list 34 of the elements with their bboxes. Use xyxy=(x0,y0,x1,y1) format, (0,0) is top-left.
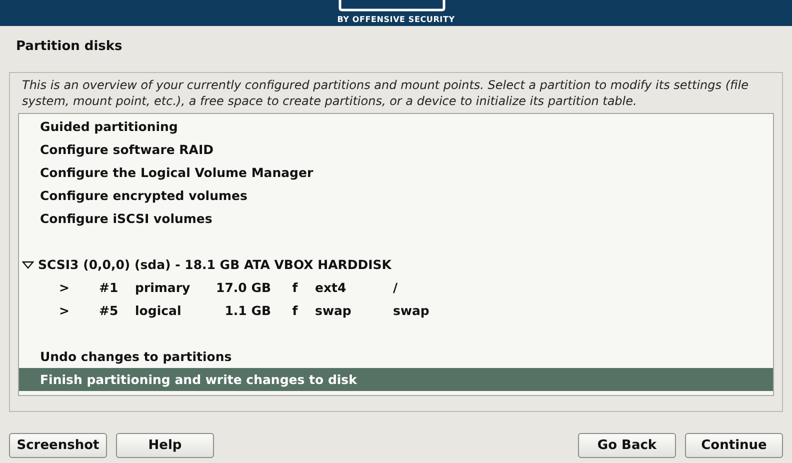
disk-row[interactable]: SCSI3 (0,0,0) (sda) - 18.1 GB ATA VBOX HARDDISK xyxy=(19,253,773,276)
menu-item[interactable]: Guided partitioning xyxy=(19,115,773,138)
partition-size: 17.0 GB xyxy=(215,280,272,295)
format-flag-label: f xyxy=(291,280,299,295)
format-flag-label: f xyxy=(291,303,299,318)
banner-tagline: BY OFFENSIVE SECURITY xyxy=(337,15,455,26)
action-button[interactable]: Help xyxy=(116,433,214,458)
partition-row[interactable]: > #5 logical 1.1 GB f swap swap xyxy=(19,299,773,322)
mount-point: swap xyxy=(393,303,430,318)
page-title: Partition disks xyxy=(15,38,124,56)
menu-item[interactable]: Finish partitioning and write changes to disk xyxy=(19,368,773,391)
mount-point: / xyxy=(393,280,399,295)
expand-triangle-icon[interactable] xyxy=(22,260,34,270)
description-text: This is an overview of your currently configured partitions and mount points. Select a partition to modify its settings (file system, mount point, etc.), a free space to create partitions, or a device to initialize its partition table. xyxy=(22,77,750,109)
menu-item[interactable]: Undo changes to partitions xyxy=(19,345,773,368)
partition-type: primary xyxy=(135,280,192,295)
disk-label: SCSI3 (0,0,0) (sda) - 18.1 GB ATA VBOX HARDDISK xyxy=(38,257,392,272)
menu-item[interactable]: Configure iSCSI volumes xyxy=(19,207,773,230)
nav-button[interactable]: Go Back xyxy=(578,433,676,458)
nav-button[interactable]: Continue xyxy=(685,433,783,458)
logo-frame-icon xyxy=(338,0,446,12)
partition-size: 1.1 GB xyxy=(224,303,272,318)
expand-marker: > xyxy=(59,303,70,318)
filesystem: swap xyxy=(315,303,352,318)
filesystem: ext4 xyxy=(315,280,348,295)
menu-item[interactable]: Configure encrypted volumes xyxy=(19,184,773,207)
partition-row[interactable]: > #1 primary 17.0 GB f ext4 / xyxy=(19,276,773,299)
partition-type: logical xyxy=(135,303,182,318)
action-button[interactable]: Screenshot xyxy=(9,433,107,458)
partition-number: #5 xyxy=(99,303,120,318)
menu-item[interactable]: Configure the Logical Volume Manager xyxy=(19,161,773,184)
menu-item[interactable]: Configure software RAID xyxy=(19,138,773,161)
partition-number: #1 xyxy=(99,280,120,295)
expand-marker: > xyxy=(59,280,70,295)
